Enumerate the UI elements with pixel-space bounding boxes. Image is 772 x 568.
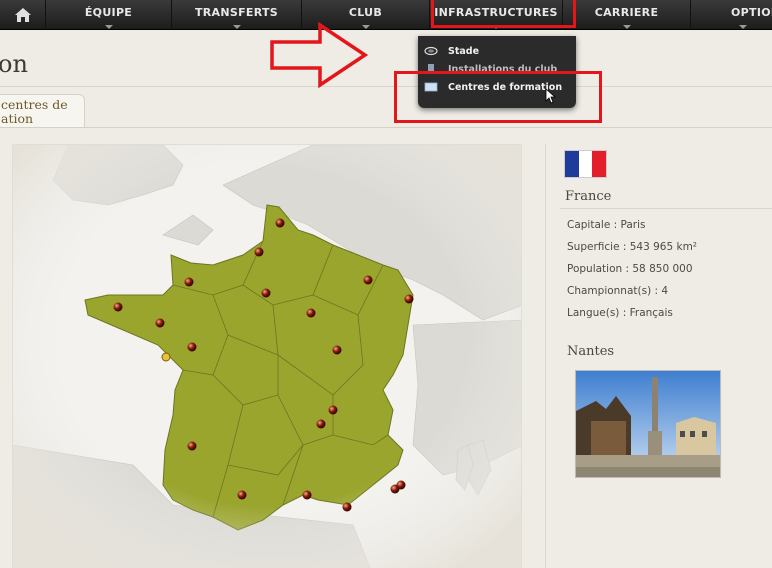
country-population: Population : 58 850 000 [567,263,693,275]
training-centre-pin[interactable] [332,345,342,355]
country-capital: Capitale : Paris [567,219,646,231]
training-centre-pin[interactable] [254,247,264,257]
training-centre-pin[interactable] [155,318,165,328]
training-centre-pin-selected[interactable] [161,352,171,362]
training-centre-pin[interactable] [328,405,338,415]
training-centre-pin[interactable] [275,218,285,228]
city-name: Nantes [567,344,615,359]
chevron-down-icon [232,25,241,29]
page-title: on [0,50,28,78]
home-icon [14,8,31,22]
france-map [13,145,521,568]
top-navigation-bar: ÉQUIPE TRANSFERTS CLUB INFRASTRUCTURES C… [0,0,772,30]
nav-carriere-label: CARRIERE [594,6,659,19]
tab-baseline [0,127,772,128]
training-centre-pin[interactable] [404,294,414,304]
home-button[interactable] [0,0,46,30]
tab-label-line-1: centres de [1,97,68,112]
france-flag [564,150,607,178]
nav-infrastructures-label: INFRASTRUCTURES [434,6,558,19]
nav-equipe[interactable]: ÉQUIPE [46,0,172,30]
menu-item-stade[interactable]: Stade [418,44,576,60]
country-name: France [565,189,612,204]
nav-option-label: OPTION [731,6,772,19]
training-centre-pin[interactable] [113,302,123,312]
menu-item-stade-label: Stade [448,46,480,57]
chevron-down-icon [492,25,500,29]
training-centre-pin[interactable] [342,502,352,512]
chevron-down-icon [622,25,631,29]
training-centre-pin[interactable] [316,419,326,429]
training-centre-pin[interactable] [184,277,194,287]
training-centre-pin[interactable] [396,480,406,490]
mouse-cursor-icon [545,88,557,104]
stadium-icon [424,46,438,56]
building-icon [428,64,434,74]
city-photo [575,370,721,478]
tab-label-line-2: ation [1,111,34,126]
training-centre-pin[interactable] [261,288,271,298]
menu-item-installations[interactable]: Installations du club [418,62,576,78]
country-languages: Langue(s) : Français [567,307,673,319]
nav-option[interactable]: OPTION [691,0,772,30]
training-centre-pin[interactable] [237,490,247,500]
training-centre-pin[interactable] [306,308,316,318]
country-divider [560,208,772,209]
nav-carriere[interactable]: CARRIERE [563,0,691,30]
map-panel [12,144,522,568]
tab-centres-de-formation[interactable]: centres de ation [0,94,85,128]
title-divider [0,86,772,87]
nav-equipe-label: ÉQUIPE [84,6,133,19]
training-centre-pin[interactable] [187,441,197,451]
chevron-down-icon [104,25,113,29]
country-area: Superficie : 543 965 km² [567,241,698,253]
nav-infrastructures[interactable]: INFRASTRUCTURES [430,0,563,30]
map-icon [424,82,438,92]
menu-item-installations-label: Installations du club [448,64,558,75]
infrastructures-dropdown-menu: Stade Installations du club Centres de f… [418,36,576,108]
nav-transferts-label: TRANSFERTS [194,6,279,19]
training-centre-pin[interactable] [187,342,197,352]
arrow-annotation-icon [270,22,368,88]
country-championships: Championnat(s) : 4 [567,285,669,297]
training-centre-pin[interactable] [302,490,312,500]
chevron-down-icon [739,25,747,29]
training-centre-pin[interactable] [363,275,373,285]
nav-club-label: CLUB [348,6,383,19]
panel-divider [545,144,546,568]
